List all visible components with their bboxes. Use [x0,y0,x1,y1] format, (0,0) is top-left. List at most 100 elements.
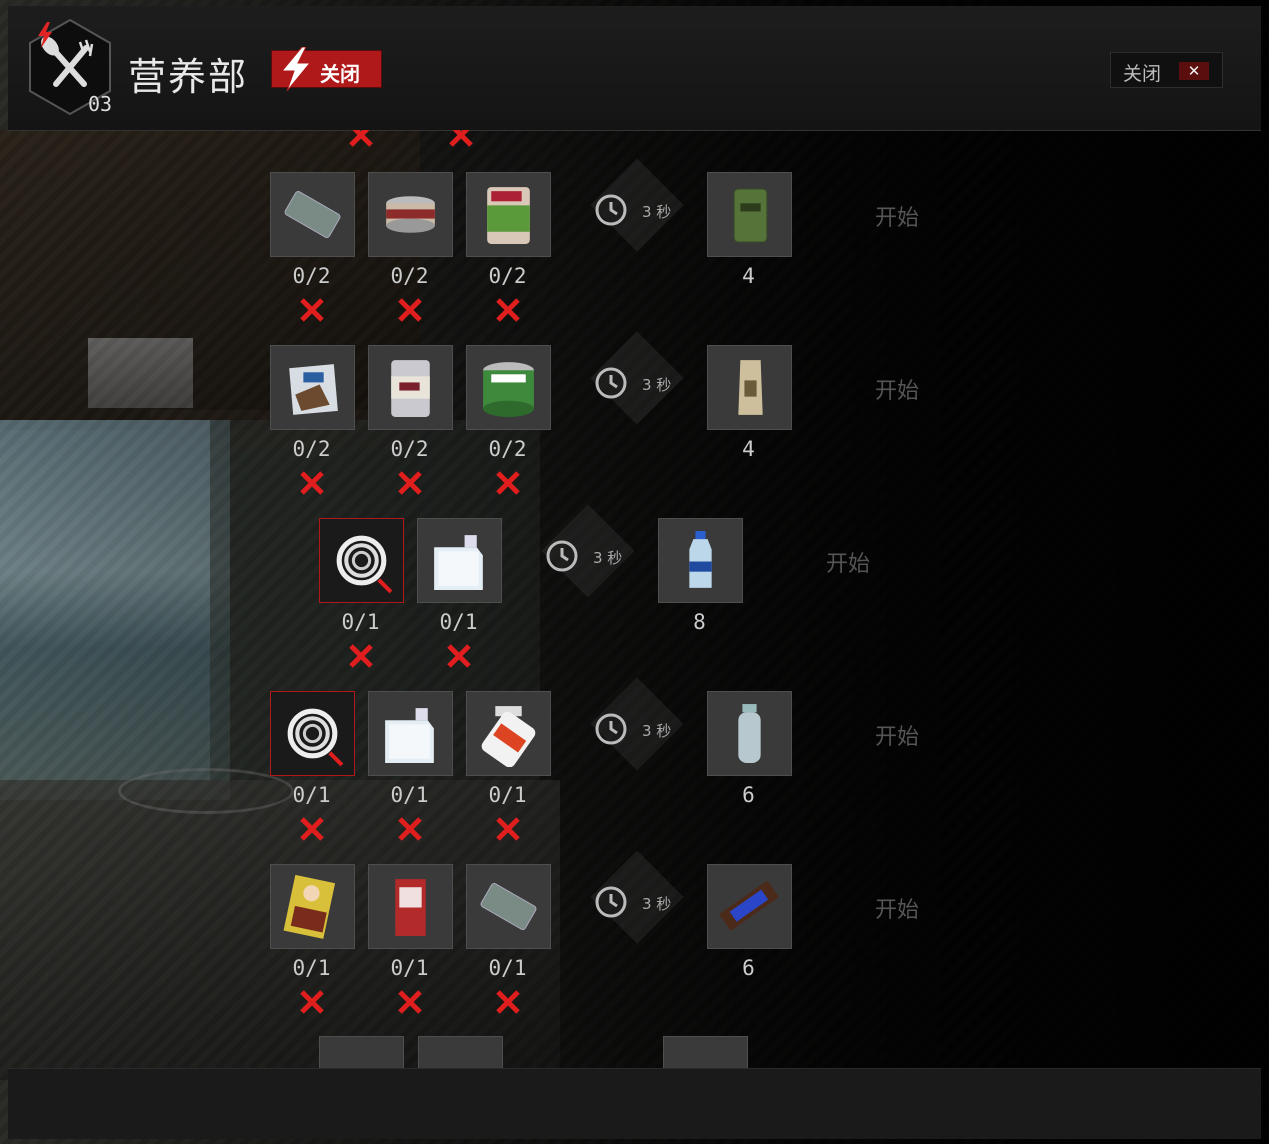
missing-x-icon [398,990,422,1014]
input-slot-water-jug[interactable] [368,691,453,776]
input-count: 0/2 [292,264,331,288]
chips-bag-icon [289,364,338,415]
missing-x-icon [496,817,520,841]
craft-timer: 3 秒 [586,677,706,771]
missing-x-icon [300,298,324,322]
missing-x-icon [496,471,520,495]
input-slot-hose[interactable] [319,518,404,603]
missing-x-icon [300,471,324,495]
missing-x-icon [496,298,520,322]
hose-icon [336,535,393,594]
start-button[interactable]: 开始 [875,719,919,751]
start-button[interactable]: 开始 [875,892,919,924]
missing-x-icon [300,817,324,841]
green-peas-can-icon [483,362,534,417]
input-slot[interactable] [319,1036,404,1068]
craft-time-label: 3 秒 [642,895,672,913]
recipe-list[interactable]: 0/2 0/2 0/2 3 秒 4 开始 0/2 0/2 0/2 3 秒 4 开始 0/1 0/1 3 秒 8… [8,130,1261,1068]
close-button[interactable]: 关闭 ✕ [1110,52,1223,88]
input-count: 0/1 [341,610,380,634]
input-slot-chips-bag[interactable] [270,345,355,430]
canteen-icon [738,704,761,763]
power-small-icon [38,22,52,48]
craft-time-label: 3 秒 [593,549,623,567]
input-slot-hose[interactable] [270,691,355,776]
water-jug-icon [434,535,483,590]
input-count: 0/2 [488,437,527,461]
input-count: 0/1 [292,783,331,807]
input-count: 0/2 [292,437,331,461]
input-slot[interactable] [418,1036,503,1068]
craft-time-label: 3 秒 [642,376,672,394]
water-bottle-icon [689,531,712,588]
craft-timer: 3 秒 [586,850,706,944]
input-count: 0/1 [390,956,429,980]
module-header: 03 营养部 关闭 关闭 ✕ [8,6,1261,131]
page-title: 营养部 [128,55,249,99]
clock-icon [595,713,627,745]
missing-x-icon [496,990,520,1014]
input-slot-canned-peas[interactable] [466,172,551,257]
ration-pack-icon [738,360,763,415]
input-count: 0/2 [390,264,429,288]
missing-x-icon [349,130,373,147]
craft-time-label: 3 秒 [642,722,672,740]
water-jug-icon [385,708,434,763]
craft-time-label: 3 秒 [642,203,672,221]
close-label: 关闭 [1123,63,1162,85]
output-count: 6 [742,783,755,807]
output-slot[interactable] [707,172,792,257]
input-slot-canned-meat[interactable] [368,172,453,257]
start-button[interactable]: 开始 [875,200,919,232]
clock-icon [595,367,627,399]
input-slot-water-jug[interactable] [417,518,502,603]
missing-x-icon [449,130,473,147]
condensed-milk-icon [391,360,430,417]
power-status-badge[interactable]: 关闭 [271,47,382,91]
input-count: 0/1 [439,610,478,634]
missing-x-icon [447,644,471,668]
juice-carton-icon [395,879,426,936]
input-slot-vitamins[interactable] [466,691,551,776]
clock-icon [595,194,627,226]
input-count: 0/1 [390,783,429,807]
input-slot-green-peas-can[interactable] [466,345,551,430]
clock-icon [595,886,627,918]
mre-ration-icon [733,188,768,243]
output-count: 8 [693,610,706,634]
clock-icon [546,540,578,572]
input-count: 0/1 [292,956,331,980]
power-status-label: 关闭 [320,62,360,86]
canned-peas-icon [487,187,530,244]
chocolate-bar-icon [283,874,336,939]
input-count: 0/2 [488,264,527,288]
input-count: 0/1 [488,956,527,980]
start-button[interactable]: 开始 [826,546,870,578]
input-slot-crackers[interactable] [270,172,355,257]
output-slot[interactable] [707,345,792,430]
close-icon: ✕ [1179,62,1209,80]
output-slot[interactable] [707,864,792,949]
output-slot[interactable] [663,1036,748,1068]
missing-x-icon [398,298,422,322]
input-slot-juice-carton[interactable] [368,864,453,949]
craft-timer: 3 秒 [537,504,657,598]
output-count: 4 [742,264,755,288]
module-level: 03 [88,92,113,116]
craft-timer: 3 秒 [586,331,706,425]
missing-x-icon [398,471,422,495]
input-slot-condensed-milk[interactable] [368,345,453,430]
start-button[interactable]: 开始 [875,373,919,405]
output-slot[interactable] [658,518,743,603]
crackers-icon [480,882,537,931]
output-count: 6 [742,956,755,980]
input-count: 0/1 [488,783,527,807]
missing-x-icon [398,817,422,841]
input-count: 0/2 [390,437,429,461]
output-slot[interactable] [707,691,792,776]
input-slot-crackers[interactable] [466,864,551,949]
missing-x-icon [300,990,324,1014]
input-slot-chocolate-bar[interactable] [270,864,355,949]
hose-icon [287,708,344,767]
craft-timer: 3 秒 [586,158,706,252]
